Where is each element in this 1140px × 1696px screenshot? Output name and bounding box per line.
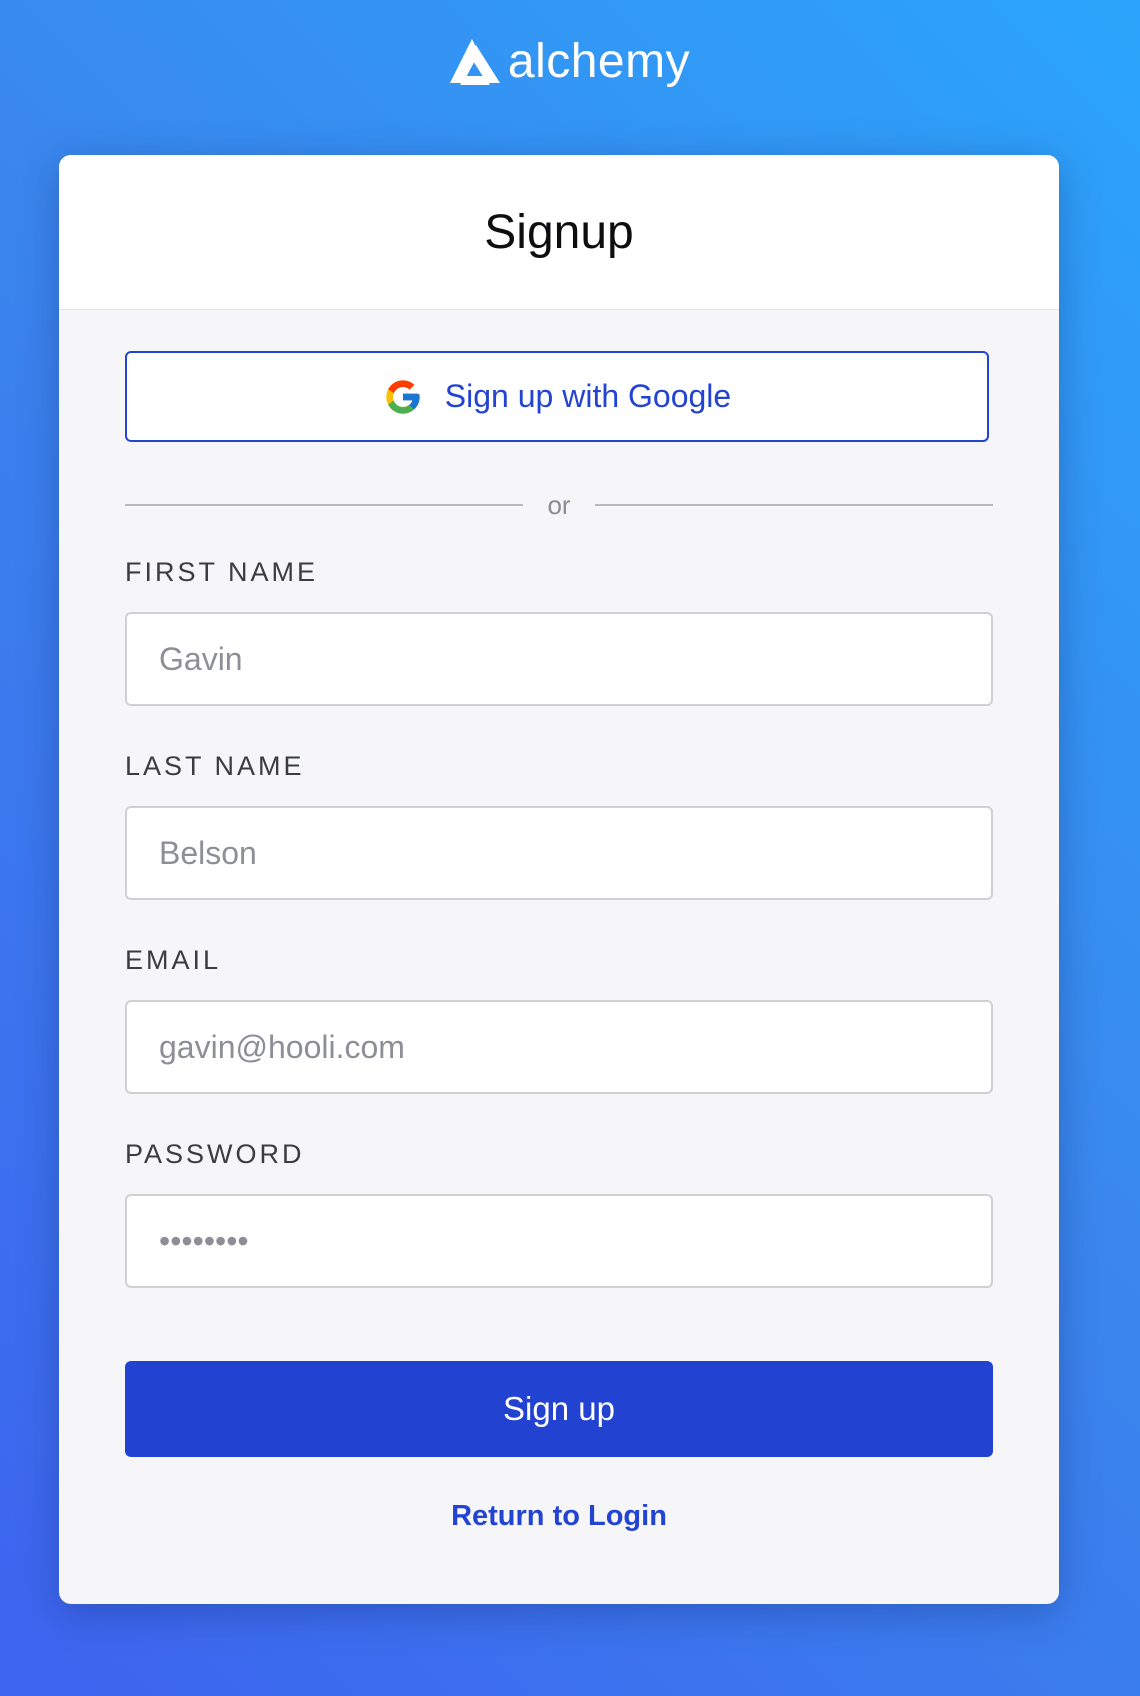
card-header: Signup — [59, 155, 1059, 310]
alchemy-logo-icon — [449, 39, 500, 85]
password-field[interactable] — [125, 1194, 993, 1288]
signup-button[interactable]: Sign up — [125, 1361, 993, 1457]
divider-text: or — [547, 490, 571, 520]
google-icon — [383, 377, 423, 417]
divider-line-right — [594, 504, 993, 506]
return-to-login-link[interactable]: Return to Login — [59, 1500, 1059, 1533]
password-label: PASSWORD — [125, 1139, 305, 1169]
or-divider: or — [125, 491, 993, 519]
page-title: Signup — [484, 205, 634, 259]
email-field[interactable] — [125, 1000, 993, 1094]
google-signup-button[interactable]: Sign up with Google — [125, 351, 989, 442]
google-signup-label: Sign up with Google — [444, 378, 732, 414]
divider-line-left — [125, 504, 524, 506]
last-name-label: LAST NAME — [125, 751, 305, 781]
email-label: EMAIL — [125, 945, 222, 975]
last-name-field[interactable] — [125, 806, 993, 900]
first-name-label: FIRST NAME — [125, 557, 319, 587]
brand-header: alchemy — [0, 30, 1140, 94]
signup-card: Signup Sign up with Google or FIRST NAME… — [59, 155, 1059, 1604]
brand-name: alchemy — [507, 35, 691, 88]
first-name-field[interactable] — [125, 612, 993, 706]
